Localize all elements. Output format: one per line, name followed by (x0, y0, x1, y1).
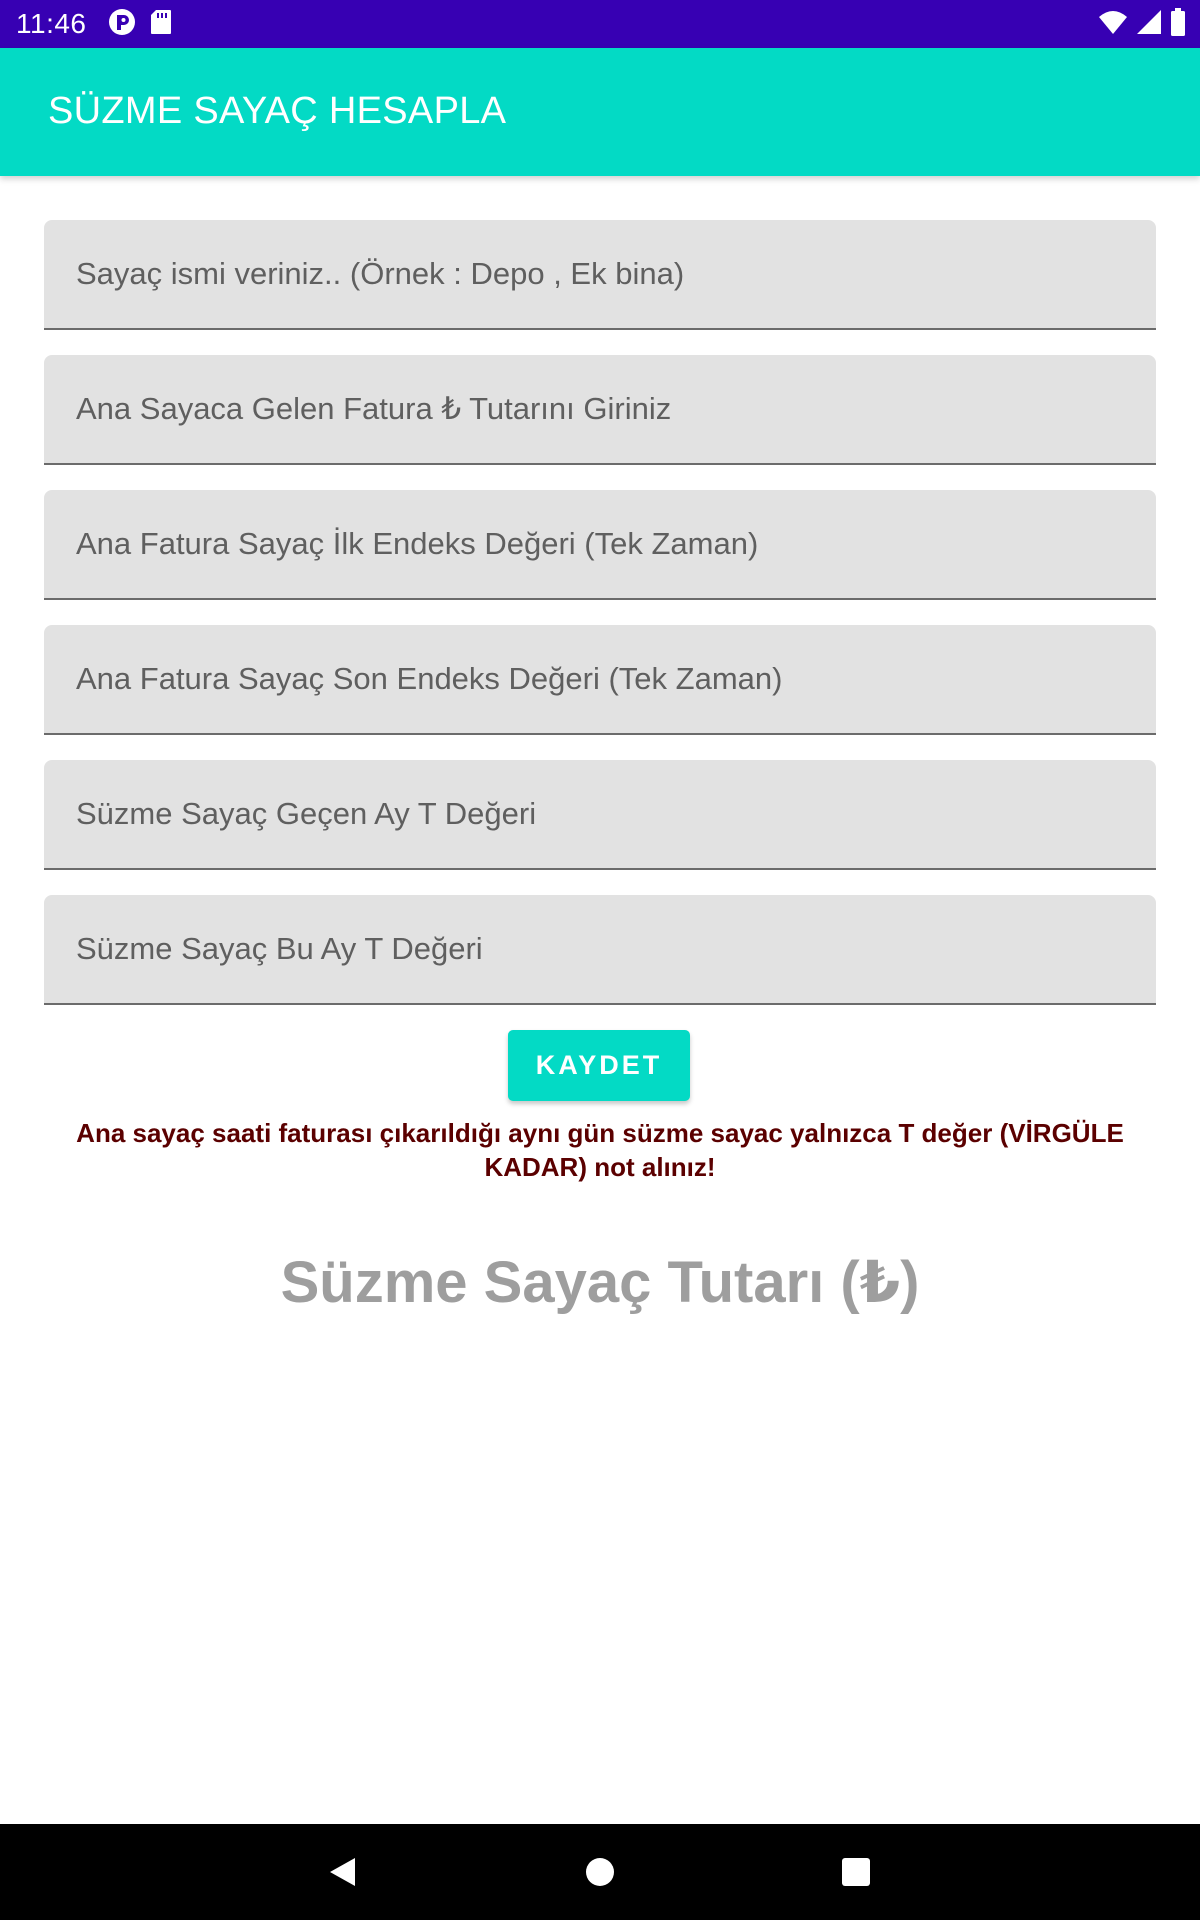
this-month-t-field[interactable] (44, 895, 1156, 1005)
save-button[interactable]: KAYDET (508, 1030, 690, 1101)
result-label: Süzme Sayaç Tutarı (₺) (280, 1250, 920, 1315)
warning-text: Ana sayaç saati faturası çıkarıldığı ayn… (76, 1118, 1124, 1182)
battery-icon (1170, 7, 1186, 41)
status-right-icons (1098, 7, 1186, 41)
first-index-field[interactable] (44, 490, 1156, 600)
status-bar: 11:46 (0, 0, 1200, 48)
this-month-t-input[interactable] (44, 895, 1156, 1003)
status-time: 11:46 (16, 8, 87, 39)
navigation-bar (0, 1824, 1200, 1920)
app-title: SÜZME SAYAÇ HESAPLA (48, 90, 507, 132)
last-index-input[interactable] (44, 625, 1156, 733)
meter-name-input[interactable] (44, 220, 1156, 328)
status-left-icons (108, 8, 172, 41)
last-month-t-field[interactable] (44, 760, 1156, 870)
sd-card-icon (150, 9, 172, 40)
back-icon[interactable] (318, 1848, 366, 1896)
home-icon[interactable] (576, 1848, 624, 1896)
first-index-input[interactable] (44, 490, 1156, 598)
media-notification-icon (108, 8, 136, 41)
invoice-amount-input[interactable] (44, 355, 1156, 463)
last-month-t-input[interactable] (44, 760, 1156, 868)
meter-name-field[interactable] (44, 220, 1156, 330)
signal-icon (1136, 9, 1162, 40)
app-bar: SÜZME SAYAÇ HESAPLA (0, 48, 1200, 176)
invoice-amount-field[interactable] (44, 355, 1156, 465)
recents-icon[interactable] (832, 1848, 880, 1896)
wifi-icon (1098, 9, 1128, 40)
last-index-field[interactable] (44, 625, 1156, 735)
